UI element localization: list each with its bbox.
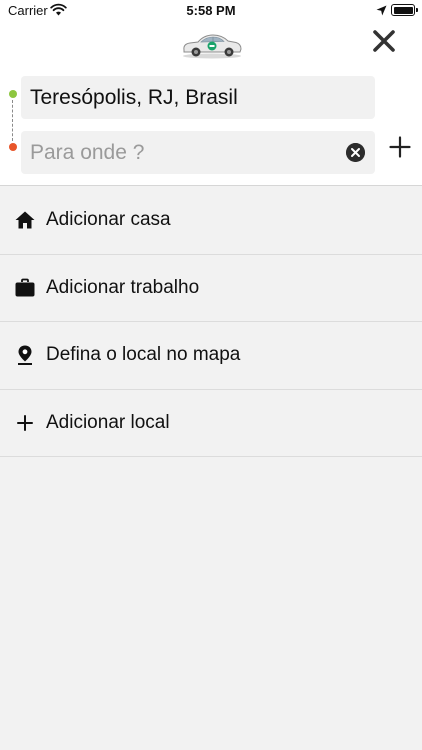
destination-placeholder: Para onde ? [30, 140, 145, 164]
destination-field[interactable]: Para onde ? [21, 131, 375, 174]
set-on-map-item[interactable]: Defina o local no mapa [0, 322, 422, 390]
destination-dot [9, 143, 17, 151]
clear-destination-button[interactable] [346, 143, 365, 162]
route-line [12, 100, 13, 141]
battery-icon [391, 4, 418, 16]
status-bar: Carrier 5:58 PM [0, 0, 422, 22]
add-home-label: Adicionar casa [46, 209, 171, 231]
origin-field[interactable]: Teresópolis, RJ, Brasil [21, 76, 375, 119]
add-place-item[interactable]: Adicionar local [0, 390, 422, 457]
add-work-item[interactable]: Adicionar trabalho [0, 255, 422, 322]
origin-dot [9, 90, 17, 98]
home-icon [15, 211, 35, 229]
add-stop-button[interactable] [389, 136, 411, 158]
map-pin-icon [18, 345, 32, 366]
shortcut-list: Adicionar casa Adicionar trabalho Defina… [0, 187, 422, 457]
location-arrow-icon [376, 5, 387, 16]
close-button[interactable] [371, 28, 397, 54]
plus-icon [17, 414, 33, 431]
car-logo-icon [183, 34, 242, 59]
add-work-label: Adicionar trabalho [46, 276, 200, 298]
status-time: 5:58 PM [186, 3, 236, 18]
add-place-label: Adicionar local [46, 411, 170, 433]
top-panel: Carrier 5:58 PM Teresópolis, RJ, Brasil … [0, 0, 422, 186]
origin-value: Teresópolis, RJ, Brasil [30, 85, 238, 109]
briefcase-icon [15, 278, 35, 297]
set-on-map-label: Defina o local no mapa [46, 344, 241, 366]
add-home-item[interactable]: Adicionar casa [0, 187, 422, 255]
